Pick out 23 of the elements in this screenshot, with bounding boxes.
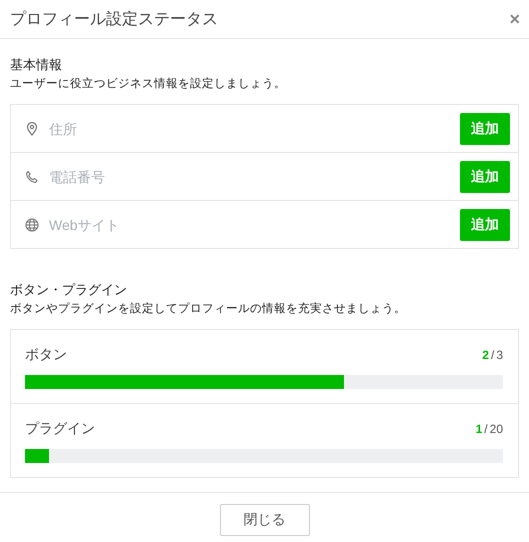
add-button[interactable]: 追加 — [460, 160, 510, 192]
progress-label: プラグイン — [25, 420, 95, 438]
add-button[interactable]: 追加 — [460, 112, 510, 144]
phone-icon — [25, 170, 39, 184]
close-button[interactable]: 閉じる — [220, 504, 310, 536]
section-description: ユーザーに役立つビジネス情報を設定しましょう。 — [10, 76, 287, 91]
done-count: 1 — [476, 422, 482, 436]
done-count: 2 — [482, 348, 489, 362]
section-heading: ボタン・プラグイン — [10, 281, 128, 299]
count-separator: / — [484, 422, 488, 436]
location-pin-icon — [26, 122, 38, 136]
input-field[interactable]: Webサイト — [49, 216, 460, 232]
add-button[interactable]: 追加 — [460, 208, 510, 240]
input-field[interactable]: 住所 — [49, 120, 460, 136]
total-count: 20 — [490, 422, 503, 436]
total-count: 3 — [496, 348, 503, 362]
input-field[interactable]: 電話番号 — [49, 168, 460, 184]
progress-label: ボタン — [25, 346, 67, 364]
section-heading: 基本情報 — [10, 56, 63, 74]
count-separator: / — [490, 348, 494, 362]
section-description: ボタンやプラグインを設定してプロフィールの情報を充実させましょう。 — [10, 301, 407, 316]
dialog-title: プロフィール設定ステータス — [10, 10, 218, 30]
globe-icon — [25, 218, 39, 232]
